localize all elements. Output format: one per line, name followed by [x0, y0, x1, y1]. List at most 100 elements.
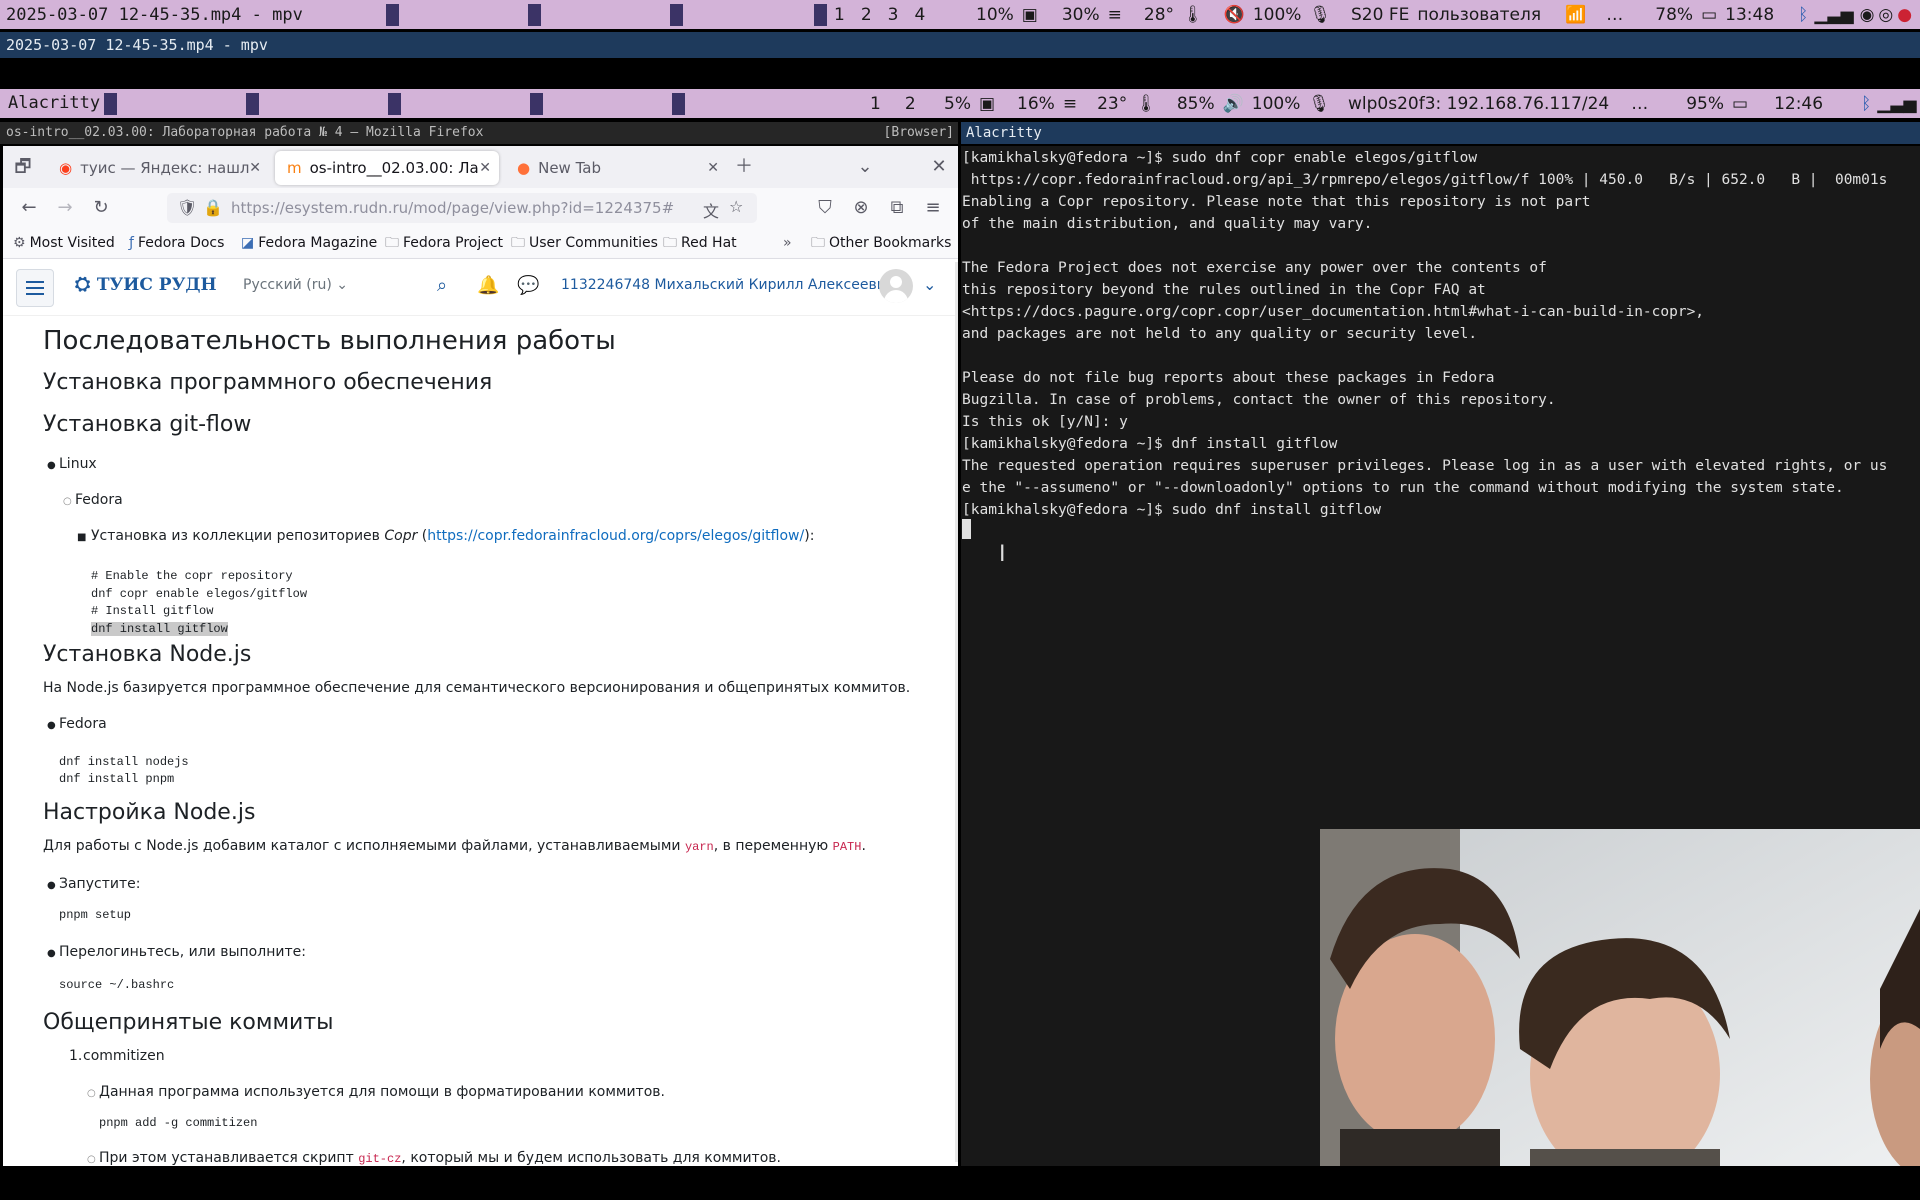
tab-new-tab[interactable]: ● New Tab ✕: [505, 151, 727, 185]
bookmark-label: Most Visited: [29, 235, 115, 251]
translate-icon[interactable]: 文: [703, 198, 719, 222]
forward-icon[interactable]: →: [51, 194, 79, 222]
workspace-marker: [530, 93, 543, 115]
signal-icon: ▁▃▅: [1877, 93, 1917, 114]
workspace-button[interactable]: 4: [914, 5, 925, 25]
workspace-button[interactable]: 2: [861, 5, 872, 25]
text: , в переменную: [713, 838, 833, 854]
terminal-line: this repository beyond the rules outline…: [962, 282, 1486, 298]
code-line: source ~/.bashrc: [59, 978, 175, 992]
terminal-line: and packages are not held to any quality…: [962, 326, 1478, 342]
workspace-marker: [528, 4, 541, 26]
window-tag: [Browser]: [883, 125, 954, 140]
microphone-icon: 🎙: [1309, 4, 1332, 25]
section-heading: Установка программного обеспечения: [43, 370, 493, 395]
inner-workspace-list: 1 2: [862, 89, 924, 118]
workspace-button[interactable]: 2: [905, 94, 916, 114]
volume-muted-icon[interactable]: 🔇: [1224, 5, 1245, 25]
back-icon[interactable]: ←: [15, 194, 43, 222]
bookmark-red-hat[interactable]: 🗀 Red Hat: [663, 228, 737, 258]
chevron-down-icon[interactable]: ⌄: [923, 275, 936, 294]
menu-icon[interactable]: ≡: [919, 194, 947, 222]
inline-code: git-cz: [358, 1152, 402, 1166]
language-selector[interactable]: Русский (ru) ⌄: [243, 277, 348, 293]
temp-value: 23°: [1097, 93, 1128, 114]
close-tab-icon[interactable]: ✕: [707, 160, 719, 176]
close-tab-icon[interactable]: ✕: [479, 160, 491, 176]
list-item: Установка из коллекции репозиториев Copr…: [91, 528, 814, 544]
bookmark-star-icon[interactable]: ☆: [729, 197, 743, 216]
terminal-line: The requested operation requires superus…: [962, 458, 1888, 474]
tray-app-icon[interactable]: ●: [1897, 5, 1912, 25]
tab-label: os-intro__02.03.00: Лабо: [309, 159, 478, 177]
webcam-image: [1320, 829, 1920, 1166]
text: При этом устанавливается скрипт: [99, 1150, 359, 1166]
avatar[interactable]: [879, 269, 913, 303]
list-item: Fedora: [59, 716, 107, 732]
url-bar[interactable]: 🛡 🔒 https://esystem.rudn.ru/mod/page/vie…: [167, 193, 757, 223]
close-tab-icon[interactable]: ✕: [249, 160, 261, 176]
url-text[interactable]: https://esystem.rudn.ru/mod/page/view.ph…: [231, 193, 675, 223]
drawer-toggle-button[interactable]: [16, 269, 54, 307]
page-content: Последовательность выполнения работы Уст…: [3, 316, 958, 1166]
workspace-marker: [246, 93, 259, 115]
search-icon[interactable]: ⌕: [437, 275, 447, 296]
section-heading: Настройка Node.js: [43, 800, 256, 825]
list-item: Linux: [59, 456, 97, 472]
volume-icon[interactable]: 🔊: [1223, 94, 1244, 114]
bookmark-fedora-project[interactable]: 🗀 Fedora Project: [385, 228, 503, 258]
terminal-line: [kamikhalsky@fedora ~]$ dnf install gitf…: [962, 436, 1338, 452]
code-block-node: dnf install nodejs dnf install pnpm: [59, 754, 189, 788]
terminal-line: of the main distribution, and quality ma…: [962, 216, 1373, 232]
reload-icon[interactable]: ↻: [87, 194, 115, 222]
bookmark-fedora-docs[interactable]: ƒ Fedora Docs: [129, 228, 224, 258]
user-name[interactable]: 1132246748 Михальский Кирилл Алексеевич: [561, 277, 894, 293]
tab-os-intro[interactable]: m os-intro__02.03.00: Лабо ✕: [275, 151, 499, 185]
cpu-icon: ▣: [978, 93, 996, 114]
inner-bar-title: Alacritty: [8, 93, 101, 113]
new-tab-icon[interactable]: ＋: [730, 153, 758, 181]
tab-yandex[interactable]: ◉ туис — Яндекс: нашлось ✕: [47, 151, 269, 185]
inline-code: PATH: [832, 840, 862, 854]
tab-overview-icon[interactable]: 🗗: [9, 153, 37, 181]
extensions-icon[interactable]: ⧉: [883, 194, 911, 222]
text: , который мы и будем использовать для ко…: [401, 1150, 781, 1166]
list-item: Данная программа используется для помощи…: [99, 1084, 665, 1100]
more-bookmarks-icon[interactable]: »: [783, 228, 792, 258]
steam-icon[interactable]: ◎: [1878, 5, 1893, 25]
cpu-value: 10%: [976, 4, 1014, 25]
workspace-marker: [386, 4, 399, 26]
bookmark-label: Fedora Magazine: [258, 235, 378, 251]
workspace-button[interactable]: 3: [888, 5, 899, 25]
lock-icon[interactable]: 🔒: [203, 198, 223, 217]
shield-icon[interactable]: 🛡: [177, 198, 197, 217]
messages-icon[interactable]: 💬: [517, 275, 539, 296]
language-label: Русский (ru): [243, 277, 332, 293]
signal-icon: ▁▃▅: [1814, 4, 1854, 25]
pocket-icon[interactable]: ⛉: [811, 194, 839, 222]
account-icon[interactable]: ⊗: [847, 194, 875, 222]
copr-link[interactable]: https://copr.fedorainfracloud.org/coprs/…: [427, 528, 804, 544]
bookmark-other[interactable]: 🗀 Other Bookmarks: [811, 228, 951, 258]
page-scrollbar[interactable]: [955, 262, 958, 1162]
obs-icon[interactable]: ◉: [1860, 5, 1875, 25]
terminal-line: Bugzilla. In case of problems, contact t…: [962, 392, 1556, 408]
bookmark-user-communities[interactable]: 🗀 User Communities: [511, 228, 658, 258]
inner-status-items: 5% ▣ 16% ≡ 23° 🌡 85% 🔊 100% 🎙 wlp0s20f3:…: [936, 89, 1920, 118]
close-window-icon[interactable]: ✕: [925, 153, 953, 181]
code-line: dnf install nodejs: [59, 755, 189, 769]
bookmark-label: Other Bookmarks: [829, 235, 952, 251]
site-logo[interactable]: ⛭ ТУИС РУДН: [75, 273, 217, 295]
workspace-button[interactable]: 1: [834, 5, 845, 25]
workspace-marker: [388, 93, 401, 115]
bookmark-most-visited[interactable]: ⚙ Most Visited: [13, 228, 115, 258]
list-tabs-icon[interactable]: ⌄: [851, 153, 879, 181]
bookmark-fedora-magazine[interactable]: ◪ Fedora Magazine: [241, 228, 377, 258]
bluetooth-icon[interactable]: ᛒ: [1798, 5, 1808, 25]
bluetooth-icon[interactable]: ᛒ: [1861, 94, 1871, 114]
notifications-bell-icon[interactable]: 🔔: [477, 275, 499, 296]
fedora-icon: ƒ: [129, 235, 134, 251]
battery-icon: ▭: [1732, 93, 1749, 114]
workspace-button[interactable]: 1: [870, 94, 881, 114]
mem-value: 30%: [1061, 4, 1100, 25]
